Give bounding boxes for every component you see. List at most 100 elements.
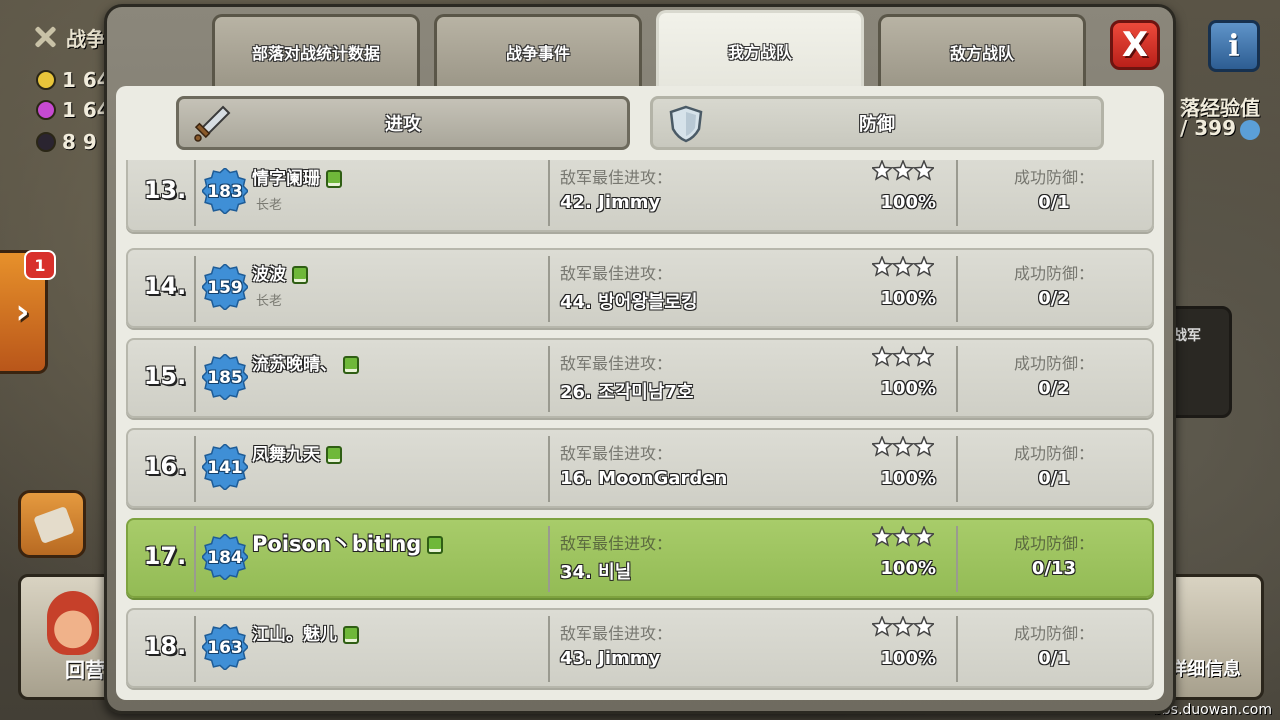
member-name: 江山。魅儿 — [252, 620, 359, 645]
member-row[interactable]: 16. 141 凤舞九天 敌军最佳进攻： 16. MoonGarden 100% 成功防御：… — [126, 428, 1154, 508]
star-icon — [891, 346, 915, 367]
member-row[interactable]: 15. 185 流苏晚晴、 敌军最佳进攻： 26. 조각미남7호 100% 成功防御： 0/2 — [126, 338, 1154, 418]
member-row[interactable]: 18. 163 江山。魅儿 敌军最佳进攻： 43. Jimmy 100% 成功防御： 0/1 — [126, 608, 1154, 688]
star-icon — [912, 526, 934, 547]
enemy-best-attacker: 34. 비닐 — [560, 562, 632, 583]
tab-war-events[interactable]: 战争事件 — [434, 14, 642, 86]
dark-elixir-icon — [36, 132, 56, 152]
subtab-attack-label: 进攻 — [385, 114, 421, 135]
dark-elixir-amount: 8 9 — [62, 130, 97, 154]
return-home-button[interactable]: 回营 — [18, 574, 118, 700]
member-row[interactable]: 13. 183 情字阑珊 长老 敌军最佳进攻： 42. Jimmy 100% 成功防御： 0/1 — [126, 160, 1154, 232]
successful-defense-label: 成功防御： — [1013, 168, 1094, 187]
star-rating — [872, 256, 934, 277]
enemy-best-attack-label: 敌军最佳进攻： — [560, 264, 673, 283]
xp-level-value: 183 — [207, 182, 243, 202]
resource-elixir: 1 64 — [36, 98, 111, 122]
successful-defense-count: 0/1 — [1038, 192, 1070, 213]
member-row[interactable]: 14. 159 波波 长老 敌军最佳进攻： 44. 방어왕블로킹 100% 成功防御： 0/2 — [126, 248, 1154, 328]
enemy-best-attacker: 26. 조각미남7호 — [560, 382, 694, 403]
column-divider — [548, 256, 550, 322]
profile-card-icon[interactable] — [326, 170, 342, 188]
crossed-swords-icon — [30, 22, 60, 52]
member-name: 凤舞九天 — [252, 440, 342, 465]
enemy-best-attack-label: 敌军最佳进攻： — [560, 624, 673, 643]
member-name: 流苏晚晴、 — [252, 350, 359, 375]
xp-level-badge: 185 — [202, 354, 248, 400]
member-rank: 13. — [143, 176, 187, 204]
info-button[interactable]: i — [1208, 20, 1260, 72]
successful-defense-count: 0/13 — [1031, 558, 1077, 579]
successful-defense-label: 成功防御： — [1013, 264, 1094, 283]
successful-defense-label: 成功防御： — [1013, 444, 1094, 463]
star-icon — [912, 160, 934, 181]
member-list[interactable]: 13. 183 情字阑珊 长老 敌军最佳进攻： 42. Jimmy 100% 成功防御： 0/1… — [126, 160, 1154, 690]
war-indicator[interactable]: 战争 — [30, 22, 106, 52]
star-icon — [872, 616, 894, 637]
enemy-best-attack-label: 敌军最佳进攻： — [560, 534, 673, 553]
star-rating — [872, 346, 934, 367]
column-divider — [194, 526, 196, 592]
xp-level-value: 185 — [207, 368, 243, 388]
shield-icon — [669, 105, 703, 143]
archer-avatar-icon — [47, 591, 99, 655]
clan-xp-value: / 399 — [1180, 116, 1260, 140]
profile-card-icon[interactable] — [292, 266, 308, 284]
xp-level-badge: 184 — [202, 534, 248, 580]
member-rank: 16. — [143, 452, 187, 480]
war-details-button[interactable]: 详细信息 — [1164, 574, 1264, 700]
gold-coin-icon — [36, 70, 56, 90]
destruction-percent: 100% — [880, 288, 936, 309]
tab-enemy-team[interactable]: 敌方战队 — [878, 14, 1086, 86]
member-name: Poison丶biting — [252, 528, 444, 558]
destruction-percent: 100% — [880, 192, 936, 213]
info-icon: i — [1228, 28, 1240, 64]
star-icon — [912, 256, 934, 277]
enemy-best-attacker: 44. 방어왕블로킹 — [560, 292, 698, 313]
member-name: 波波 — [252, 260, 308, 285]
close-icon: X — [1121, 25, 1149, 65]
column-divider — [194, 346, 196, 412]
enemy-side-label: 战军 — [1173, 328, 1201, 344]
enemy-best-attacker: 16. MoonGarden — [560, 468, 728, 489]
star-icon — [912, 436, 934, 457]
successful-defense-count: 0/2 — [1038, 288, 1070, 309]
xp-level-value: 159 — [207, 278, 243, 298]
layout-icon — [33, 506, 75, 544]
member-rank: 17. — [143, 542, 187, 570]
resource-dark-elixir: 8 9 — [36, 130, 97, 154]
profile-card-icon[interactable] — [343, 356, 359, 374]
star-icon — [891, 160, 915, 181]
column-divider — [194, 256, 196, 322]
profile-card-icon[interactable] — [343, 626, 359, 644]
tab-war-statistics[interactable]: 部落对战统计数据 — [212, 14, 420, 86]
xp-level-badge: 163 — [202, 624, 248, 670]
close-button[interactable]: X — [1110, 20, 1160, 70]
member-rank: 15. — [143, 362, 187, 390]
successful-defense-label: 成功防御： — [1013, 624, 1094, 643]
enemy-best-attack-label: 敌军最佳进攻： — [560, 354, 673, 373]
column-divider — [548, 160, 550, 226]
column-divider — [194, 160, 196, 226]
column-divider — [548, 616, 550, 682]
elixir-drop-icon — [36, 100, 56, 120]
star-icon — [912, 616, 934, 637]
subtab-defense[interactable]: 防御 — [650, 96, 1104, 150]
resource-gold: 1 64 — [36, 68, 111, 92]
profile-card-icon[interactable] — [427, 536, 444, 554]
notification-badge: 1 — [24, 250, 56, 280]
member-role: 长老 — [256, 198, 283, 213]
member-row[interactable]: 17. 184 Poison丶biting 敌军最佳进攻： 34. 비닐 100% 成功防御… — [126, 518, 1154, 598]
successful-defense-count: 0/1 — [1038, 648, 1070, 669]
tab-my-team[interactable]: 我方战队 — [656, 10, 864, 88]
star-rating — [872, 526, 934, 547]
column-divider — [194, 616, 196, 682]
edit-layout-button[interactable] — [18, 490, 86, 558]
profile-card-icon[interactable] — [326, 446, 342, 464]
member-role: 长老 — [256, 294, 283, 309]
subtab-attack[interactable]: 进攻 — [176, 96, 630, 150]
xp-level-badge: 159 — [202, 264, 248, 310]
xp-level-badge: 183 — [202, 168, 248, 214]
member-name: 情字阑珊 — [252, 164, 342, 189]
return-home-label: 回营 — [65, 658, 105, 682]
